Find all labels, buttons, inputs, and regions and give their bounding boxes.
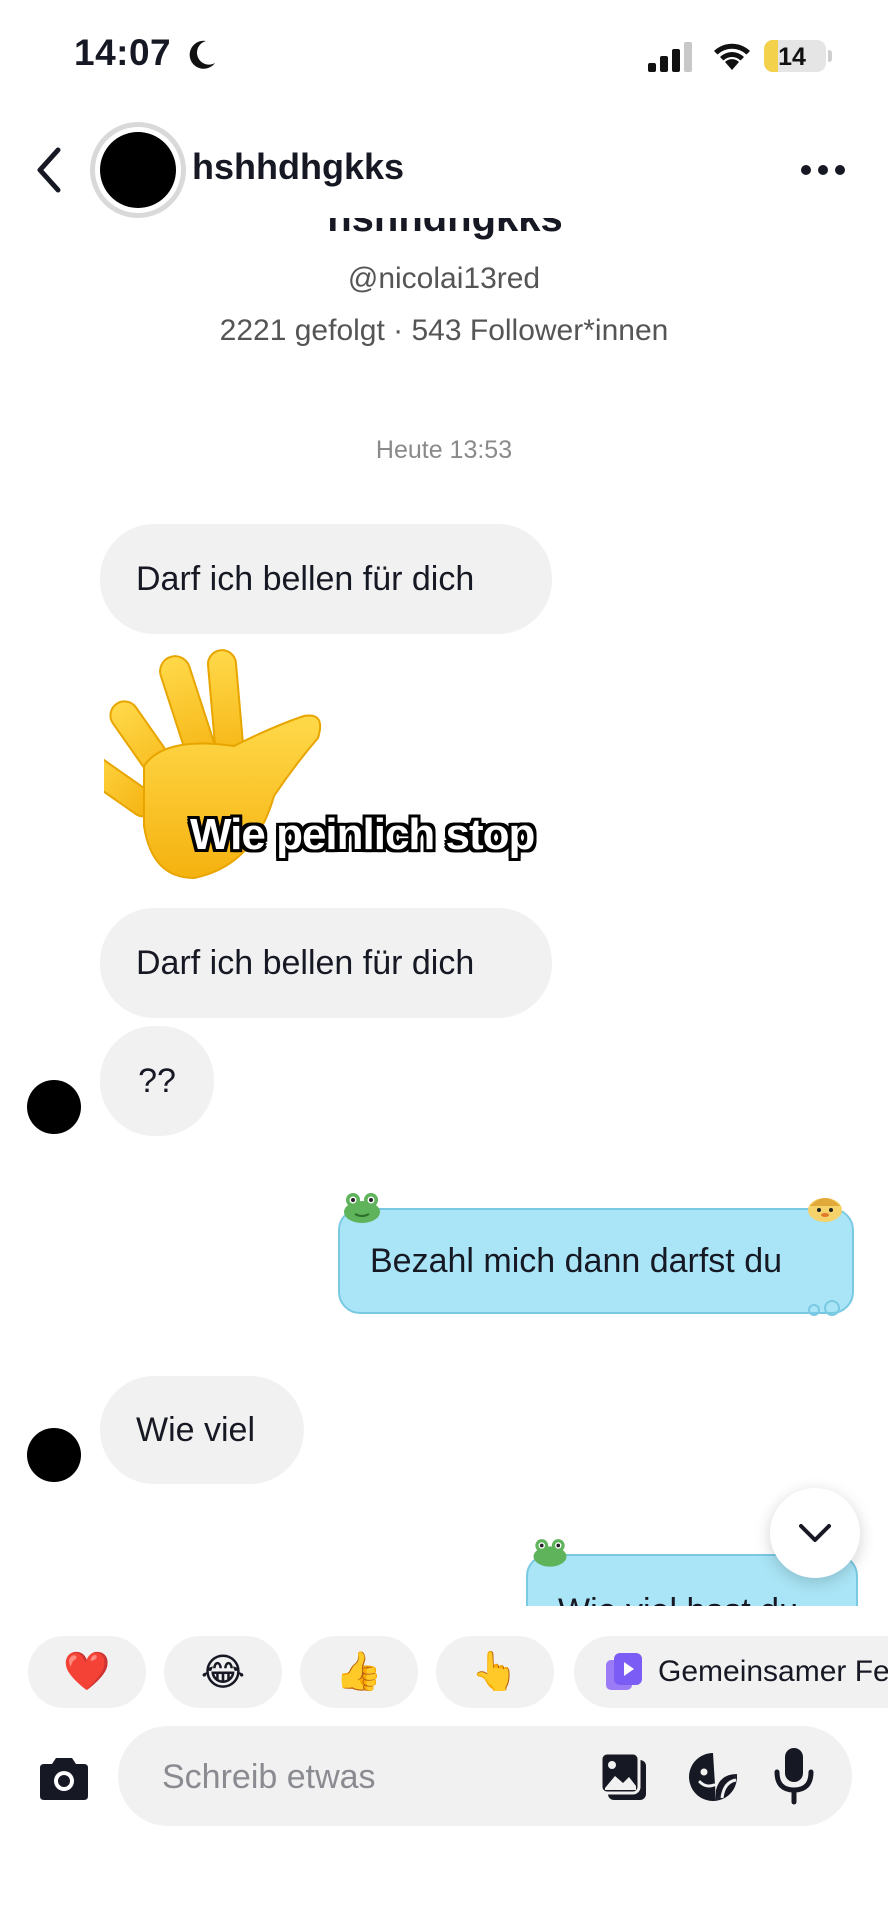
message-text: Wie viel hast du <box>558 1592 798 1606</box>
microphone-icon[interactable] <box>772 1746 816 1806</box>
battery-level: 14 <box>778 43 806 71</box>
message-input-container[interactable] <box>118 1726 852 1828</box>
message-text: ?? <box>138 1061 176 1100</box>
duck-icon <box>808 1198 842 1222</box>
header-avatar[interactable] <box>90 122 186 218</box>
sticker-icon[interactable] <box>686 1750 740 1804</box>
frog-icon <box>533 1539 567 1567</box>
profile-name: hshhdhgkks <box>327 218 563 240</box>
header-username[interactable]: hshhdhgkks <box>192 146 404 188</box>
battery-indicator: 14 <box>764 40 826 72</box>
battery-tip <box>828 50 832 62</box>
shared-feed-label: Gemeinsamer Fe <box>658 1655 888 1688</box>
pointing-hand-icon: 👆 <box>471 1651 519 1693</box>
moon-icon <box>189 40 215 69</box>
more-options-button[interactable] <box>798 150 848 190</box>
sticker-caption: Wie peinlich stop <box>190 810 535 859</box>
reaction-chip-laugh[interactable]: 😂 <box>164 1636 282 1708</box>
profile-handle[interactable]: @nicolai13red <box>0 262 888 296</box>
sender-avatar[interactable] <box>27 1428 81 1482</box>
date-divider: Heute 13:53 <box>375 436 513 464</box>
message-text: Darf ich bellen für dich <box>136 943 475 982</box>
message-bubble-incoming[interactable]: ?? <box>100 1026 214 1136</box>
message-bubble-outgoing[interactable]: Bezahl mich dann darfst du <box>338 1208 854 1314</box>
signal-icon <box>648 42 692 72</box>
message-input[interactable] <box>160 1726 564 1828</box>
camera-icon[interactable] <box>34 1752 94 1808</box>
back-button[interactable] <box>28 140 72 200</box>
message-bubble-incoming[interactable]: Wie viel <box>100 1376 304 1484</box>
reaction-chip-pointing[interactable]: 👆 <box>436 1636 554 1708</box>
reaction-chip-heart[interactable]: ❤️ <box>28 1636 146 1708</box>
chevron-down-icon <box>799 1524 831 1542</box>
message-text: Bezahl mich dann darfst du <box>370 1241 783 1280</box>
bubbles-decoration <box>808 1300 840 1316</box>
frog-icon <box>344 1193 380 1223</box>
gallery-icon[interactable] <box>598 1750 650 1804</box>
message-text: Darf ich bellen für dich <box>136 559 475 598</box>
scroll-to-bottom-button[interactable] <box>770 1488 860 1578</box>
profile-stats: 2221 gefolgt · 543 Follower*innen <box>219 314 669 347</box>
message-bubble-incoming[interactable]: Darf ich bellen für dich <box>100 524 552 634</box>
play-stack-icon <box>606 1653 642 1690</box>
shared-feed-chip[interactable]: Gemeinsamer Fe <box>574 1636 888 1708</box>
thumbs-up-icon: 👍 <box>335 1651 383 1693</box>
wifi-icon <box>714 43 750 70</box>
profile-name-clipped: hshhdhgkks <box>300 218 590 242</box>
message-text: Wie viel <box>136 1410 256 1449</box>
heart-icon: ❤️ <box>63 1651 111 1693</box>
tears-of-joy-icon: 😂 <box>200 1651 246 1694</box>
reaction-chip-thumbs-up[interactable]: 👍 <box>300 1636 418 1708</box>
message-bubble-incoming[interactable]: Darf ich bellen für dich <box>100 908 552 1018</box>
status-time: 14:07 <box>74 32 172 73</box>
sender-avatar[interactable] <box>27 1080 81 1134</box>
